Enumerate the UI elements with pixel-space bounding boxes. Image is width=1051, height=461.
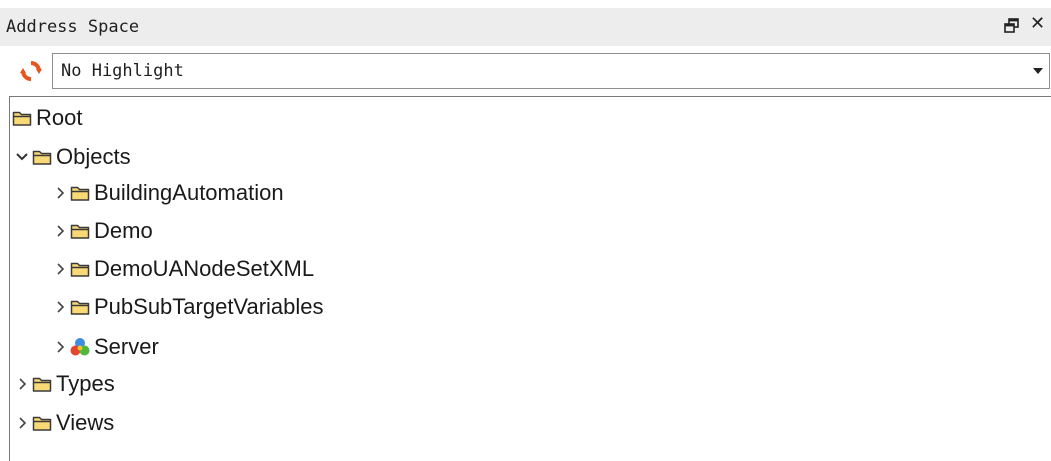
- tree-node-demo-ua-nodeset-xml[interactable]: DemoUANodeSetXML: [50, 252, 314, 286]
- address-space-panel: Address Space ✕ No Highlight Root Object…: [0, 0, 1051, 461]
- tree-node-label: Demo: [94, 218, 153, 243]
- folder-icon: [70, 297, 90, 317]
- chevron-right-icon[interactable]: [12, 406, 32, 440]
- chevron-right-icon[interactable]: [50, 176, 70, 210]
- tree-node-building-automation[interactable]: BuildingAutomation: [50, 176, 284, 210]
- tree-node-types[interactable]: Types: [12, 367, 115, 401]
- tree-node-label: Objects: [56, 144, 131, 169]
- refresh-icon[interactable]: [12, 53, 50, 89]
- tree-node-label: Views: [56, 410, 115, 435]
- panel-title: Address Space: [6, 17, 140, 37]
- tree-node-root[interactable]: Root: [12, 101, 82, 135]
- folder-icon: [70, 259, 90, 279]
- float-window-icon[interactable]: [1004, 18, 1020, 34]
- folder-icon: [32, 413, 52, 433]
- panel-title-bar: Address Space ✕: [0, 8, 1051, 46]
- chevron-right-icon[interactable]: [50, 290, 70, 324]
- tree-node-pubsub-target-variables[interactable]: PubSubTargetVariables: [50, 290, 324, 324]
- tree-node-server[interactable]: Server: [50, 330, 159, 364]
- folder-icon: [70, 183, 90, 203]
- server-object-icon: [70, 337, 90, 357]
- close-icon[interactable]: ✕: [1030, 14, 1045, 34]
- chevron-right-icon[interactable]: [50, 330, 70, 364]
- chevron-down-icon[interactable]: [12, 140, 32, 174]
- tree-node-label: BuildingAutomation: [94, 180, 284, 205]
- folder-icon: [32, 147, 52, 167]
- tree-node-demo[interactable]: Demo: [50, 214, 153, 248]
- chevron-right-icon[interactable]: [50, 252, 70, 286]
- folder-icon: [70, 221, 90, 241]
- tree-node-label: Types: [56, 371, 115, 396]
- folder-icon: [32, 374, 52, 394]
- chevron-right-icon[interactable]: [50, 214, 70, 248]
- tree-node-label: Server: [94, 334, 159, 359]
- address-space-tree[interactable]: Root Objects BuildingAutomation Demo Dem…: [9, 96, 1051, 461]
- highlight-select[interactable]: No Highlight: [52, 53, 1050, 89]
- tree-node-objects[interactable]: Objects: [12, 140, 131, 174]
- tree-node-label: DemoUANodeSetXML: [94, 256, 315, 281]
- highlight-toolbar: No Highlight: [0, 46, 1051, 96]
- folder-icon: [12, 108, 32, 128]
- tree-node-label: Root: [36, 105, 83, 130]
- tree-node-views[interactable]: Views: [12, 406, 114, 440]
- chevron-right-icon[interactable]: [12, 367, 32, 401]
- tree-node-label: PubSubTargetVariables: [94, 294, 324, 319]
- dropdown-arrow-icon[interactable]: [1033, 68, 1043, 74]
- highlight-select-value: No Highlight: [61, 61, 184, 81]
